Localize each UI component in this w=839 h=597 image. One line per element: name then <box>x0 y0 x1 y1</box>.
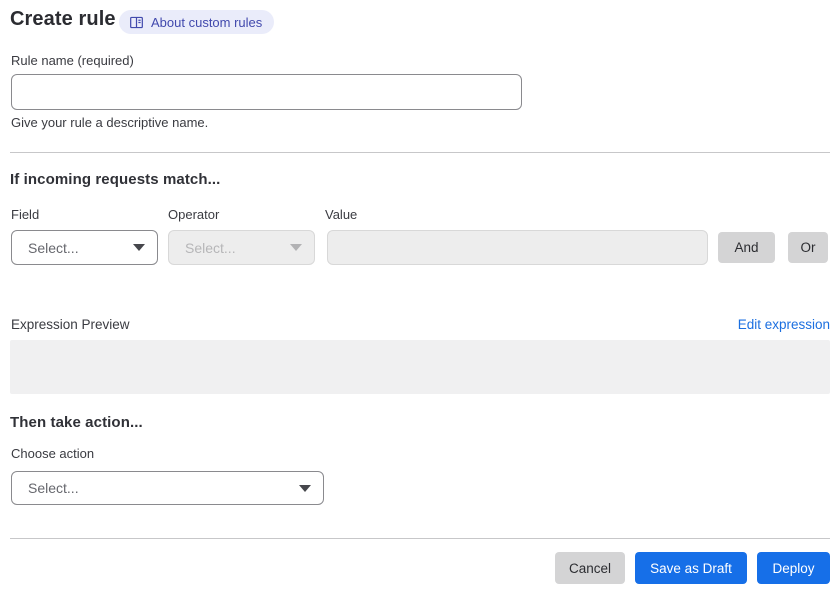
create-rule-page: Create rule About custom rules Rule name… <box>0 0 839 597</box>
rule-name-helper: Give your rule a descriptive name. <box>11 115 209 130</box>
section-divider-bottom <box>10 538 830 539</box>
cancel-button[interactable]: Cancel <box>555 552 625 584</box>
action-section-heading: Then take action... <box>10 414 143 431</box>
chevron-down-icon <box>290 244 302 251</box>
match-section-heading: If incoming requests match... <box>10 171 221 188</box>
field-select-value: Select... <box>28 239 79 256</box>
value-label: Value <box>325 207 358 222</box>
edit-expression-link[interactable]: Edit expression <box>738 317 830 332</box>
action-select[interactable]: Select... <box>11 471 324 505</box>
deploy-button[interactable]: Deploy <box>757 552 830 584</box>
field-select[interactable]: Select... <box>11 230 158 265</box>
field-label: Field <box>11 207 40 222</box>
chevron-down-icon <box>299 484 311 492</box>
about-badge-label: About custom rules <box>151 14 263 30</box>
rule-name-input[interactable] <box>11 74 522 110</box>
choose-action-label: Choose action <box>11 446 95 461</box>
save-as-draft-button[interactable]: Save as Draft <box>635 552 747 584</box>
about-custom-rules-badge[interactable]: About custom rules <box>119 10 275 34</box>
and-button[interactable]: And <box>718 232 775 263</box>
operator-select-value: Select... <box>185 239 236 256</box>
page-title: Create rule <box>10 8 116 30</box>
expression-preview-box <box>10 340 830 394</box>
value-input <box>327 230 708 265</box>
action-select-value: Select... <box>28 480 79 496</box>
or-button[interactable]: Or <box>788 232 828 263</box>
operator-select: Select... <box>168 230 315 265</box>
expression-preview-label: Expression Preview <box>11 317 130 332</box>
chevron-down-icon <box>133 244 145 251</box>
book-icon <box>129 15 144 30</box>
rule-name-label: Rule name (required) <box>11 53 134 68</box>
section-divider-top <box>10 152 830 153</box>
operator-label: Operator <box>168 207 220 222</box>
